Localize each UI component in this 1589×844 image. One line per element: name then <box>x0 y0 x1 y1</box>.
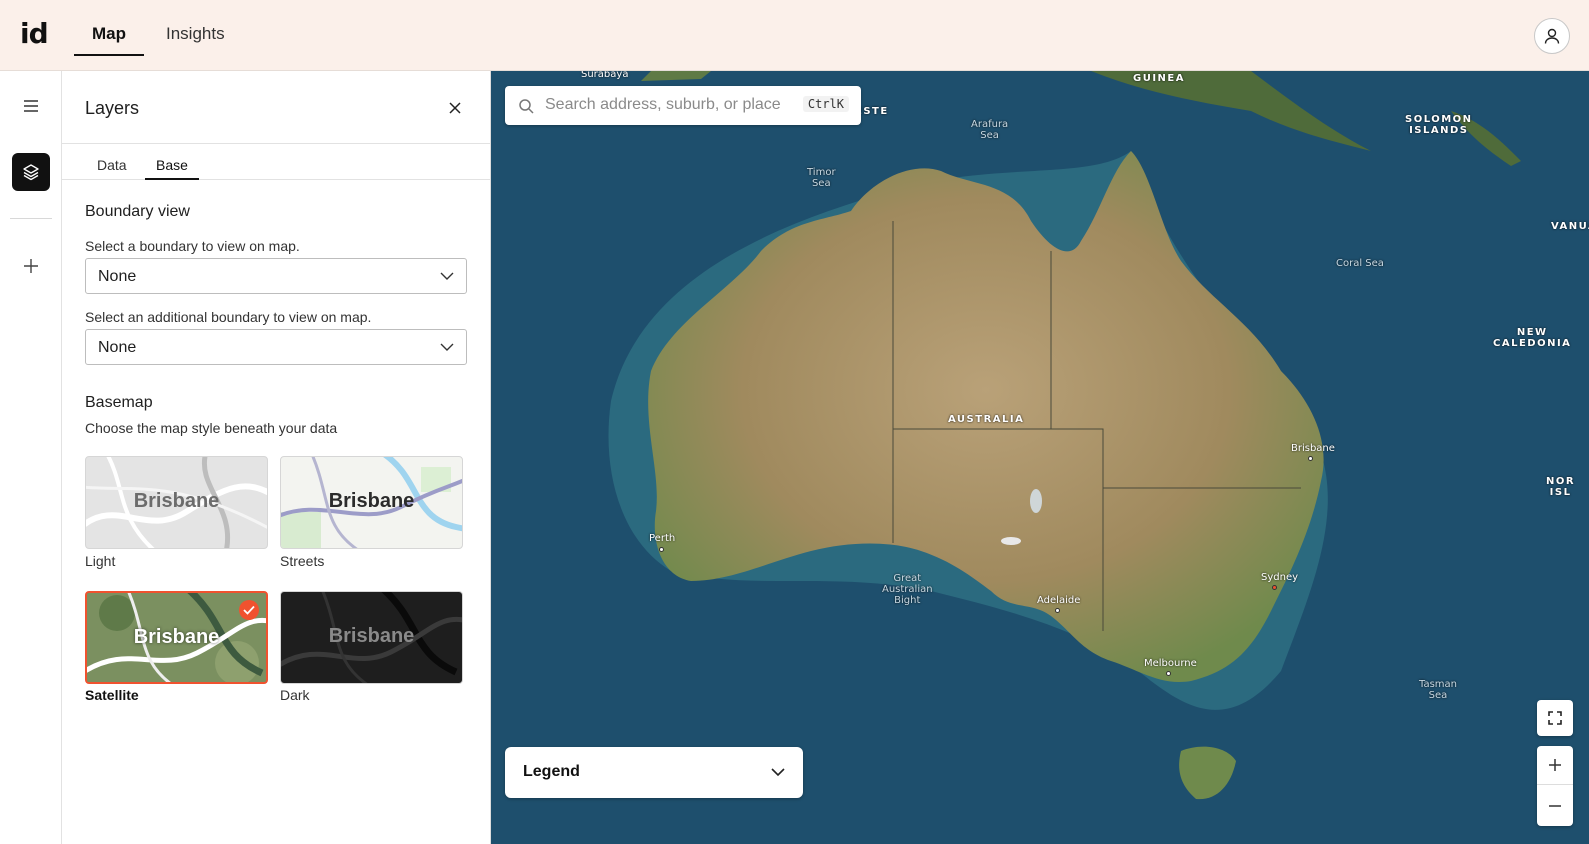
tile-preview-text: Brisbane <box>328 625 415 647</box>
map-label-sydney: Sydney <box>1261 572 1299 583</box>
basemap-streets-label: Streets <box>280 553 325 569</box>
tab-data[interactable]: Data <box>86 157 138 180</box>
close-icon <box>449 102 461 114</box>
tab-map[interactable]: Map <box>74 24 144 56</box>
search-box: CtrlK <box>505 86 861 125</box>
add-button[interactable] <box>18 255 44 277</box>
checkmark-icon <box>243 605 255 615</box>
map-canvas[interactable]: Surabaya GUINEA ESTE Arafura Sea Timor S… <box>491 71 1589 844</box>
map-dot-melbourne <box>1166 671 1171 676</box>
left-rail <box>0 71 62 844</box>
legend-dropdown[interactable]: Legend <box>505 747 803 798</box>
fullscreen-button[interactable] <box>1537 700 1573 736</box>
map-label-new-caledonia: NEW CALEDONIA <box>1493 327 1572 349</box>
tab-base[interactable]: Base <box>145 157 199 180</box>
search-input[interactable] <box>545 94 793 116</box>
chevron-down-icon <box>440 343 454 351</box>
layers-icon <box>23 164 39 181</box>
minus-icon <box>1549 804 1561 807</box>
map-label-great-australian-bight: Great Australian Bight <box>882 573 933 606</box>
map-label-norfolk-island: NOR ISL <box>1546 476 1576 498</box>
tab-insights[interactable]: Insights <box>148 24 243 56</box>
map-label-tasman-sea: Tasman Sea <box>1419 679 1457 701</box>
satellite-map <box>491 71 1589 844</box>
basemap-subtitle: Choose the map style beneath your data <box>85 420 338 436</box>
close-panel-button[interactable] <box>446 99 464 117</box>
fullscreen-icon <box>1548 711 1562 725</box>
layers-panel: Layers Data Base Boundary view Select a … <box>62 71 491 844</box>
map-label-solomon-islands: SOLOMON ISLANDS <box>1405 114 1473 136</box>
map-label-melbourne: Melbourne <box>1144 658 1197 669</box>
app-logo[interactable]: id <box>20 17 49 50</box>
map-label-perth: Perth <box>649 533 676 544</box>
basemap-satellite-label: Satellite <box>85 687 139 703</box>
basemap-satellite-tile[interactable]: Brisbane <box>85 591 268 684</box>
menu-button[interactable] <box>18 95 44 117</box>
zoom-controls <box>1537 746 1573 826</box>
tile-preview-text: Brisbane <box>133 490 220 512</box>
map-label-guinea: GUINEA <box>1133 73 1185 84</box>
panel-tabs: Data Base <box>62 144 490 180</box>
basemap-dark-label: Dark <box>280 687 310 703</box>
boundary-select[interactable]: None <box>85 258 467 294</box>
basemap-dark-tile[interactable]: Brisbane <box>280 591 463 684</box>
map-label-adelaide: Adelaide <box>1037 595 1081 606</box>
additional-boundary-select[interactable]: None <box>85 329 467 365</box>
selected-check-badge <box>239 600 259 620</box>
user-icon <box>1544 28 1560 44</box>
plus-icon <box>1549 759 1561 771</box>
search-icon <box>519 99 534 114</box>
basemap-light-label: Light <box>85 553 116 569</box>
basemap-streets-tile[interactable]: Brisbane <box>280 456 463 549</box>
map-dot-perth <box>659 547 664 552</box>
map-label-timor-sea: Timor Sea <box>807 167 836 189</box>
panel-header: Layers <box>62 71 490 144</box>
map-label-coral-sea: Coral Sea <box>1336 258 1384 269</box>
plus-icon <box>24 259 38 273</box>
map-label-brisbane: Brisbane <box>1291 443 1335 454</box>
map-label-australia: AUSTRALIA <box>948 414 1025 425</box>
additional-boundary-value: None <box>98 339 137 356</box>
hamburger-icon <box>24 100 38 112</box>
search-shortcut-hint: CtrlK <box>802 96 849 112</box>
basemap-light-tile[interactable]: Brisbane <box>85 456 268 549</box>
map-label-surabaya: Surabaya <box>581 71 629 80</box>
tile-preview-text: Brisbane <box>328 490 415 512</box>
chevron-down-icon <box>771 768 785 777</box>
panel-title: Layers <box>85 98 140 118</box>
layers-button[interactable] <box>12 153 50 191</box>
top-bar: id Map Insights <box>0 0 1589 71</box>
boundary-view-heading: Boundary view <box>85 203 190 220</box>
map-dot-brisbane <box>1308 456 1313 461</box>
map-dot-adelaide <box>1055 608 1060 613</box>
map-label-arafura-sea: Arafura Sea <box>971 119 1009 141</box>
chevron-down-icon <box>440 272 454 280</box>
boundary-select-label: Select a boundary to view on map. <box>85 238 300 254</box>
map-dot-sydney <box>1272 585 1277 590</box>
basemap-heading: Basemap <box>85 394 153 411</box>
map-label-vanuatu: VANUA <box>1551 221 1589 232</box>
account-button[interactable] <box>1534 18 1570 54</box>
tile-preview-text: Brisbane <box>133 626 220 648</box>
zoom-out-button[interactable] <box>1537 786 1573 825</box>
rail-divider <box>10 218 52 219</box>
additional-boundary-label: Select an additional boundary to view on… <box>85 309 372 325</box>
zoom-in-button[interactable] <box>1537 746 1573 785</box>
legend-label: Legend <box>523 763 580 780</box>
boundary-select-value: None <box>98 268 137 285</box>
